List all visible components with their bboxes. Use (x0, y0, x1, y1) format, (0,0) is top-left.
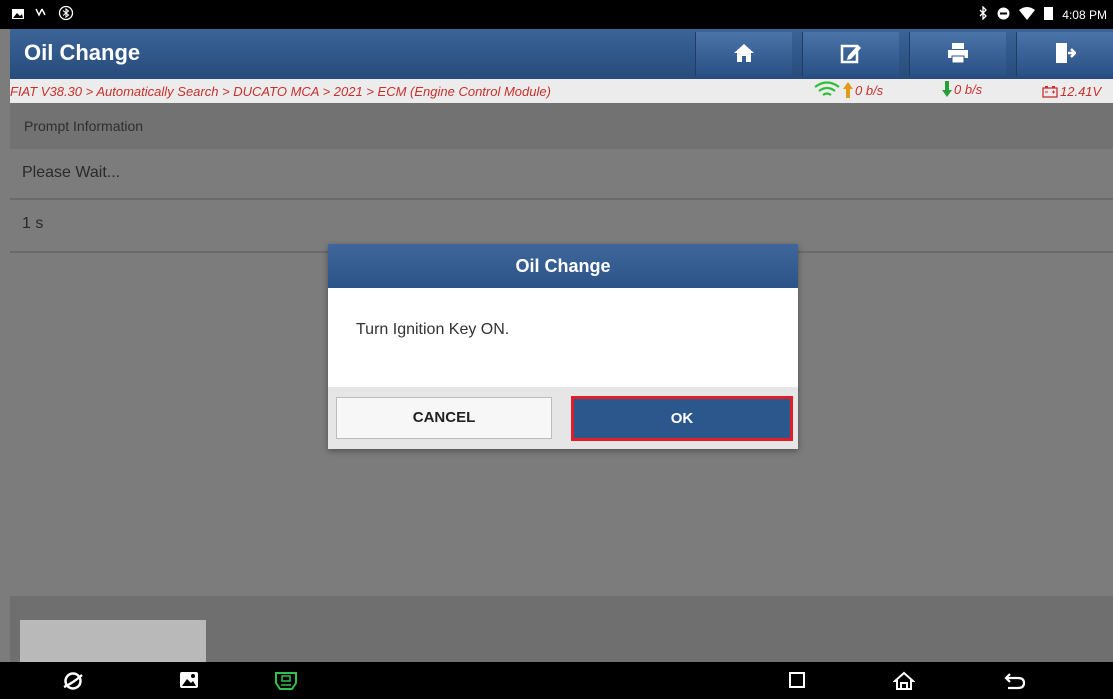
car-battery-icon (1042, 85, 1058, 98)
prompt-header: Prompt Information (10, 103, 1113, 149)
download-arrow-icon (942, 81, 952, 97)
footer-bar (10, 596, 1113, 662)
oil-change-dialog: Oil Change Turn Ignition Key ON. CANCEL … (328, 244, 798, 449)
download-rate: 0 b/s (942, 81, 982, 97)
dialog-footer: CANCEL OK (328, 387, 798, 449)
wait-message: Please Wait... (22, 164, 121, 181)
print-button[interactable] (909, 32, 1006, 76)
status-time: 4:08 PM (1062, 7, 1107, 22)
voltage-value: 12.41V (1060, 84, 1102, 99)
image-icon (12, 7, 24, 25)
breadcrumb: FIAT V38.30 > Automatically Search > DUC… (10, 84, 551, 99)
edit-button[interactable] (802, 32, 899, 76)
breadcrumb-bar: FIAT V38.30 > Automatically Search > DUC… (10, 79, 1113, 103)
browser-icon[interactable] (62, 670, 84, 692)
battery-voltage: 12.41V (1042, 84, 1101, 99)
status-bar: 4:08 PM (0, 0, 1113, 29)
upload-arrow-icon (843, 82, 853, 98)
bluetooth-search-icon (58, 5, 74, 26)
battery-icon (1044, 6, 1054, 23)
print-icon (948, 43, 968, 64)
usb-icon (34, 6, 48, 25)
timer-value: 1 s (22, 215, 44, 232)
gallery-icon[interactable] (179, 670, 199, 690)
app-title: Oil Change (24, 40, 141, 65)
cancel-button[interactable]: CANCEL (336, 397, 552, 439)
prompt-header-label: Prompt Information (24, 118, 144, 134)
wait-message-row: Please Wait... (10, 149, 1113, 200)
upload-value: 0 b/s (855, 82, 884, 98)
download-value: 0 b/s (954, 81, 983, 97)
navigation-bar (0, 662, 1113, 699)
home-icon (734, 44, 754, 62)
home-nav-icon[interactable] (893, 670, 915, 692)
wifi-signal-icon (814, 81, 840, 96)
exit-icon (1056, 43, 1076, 63)
back-icon[interactable] (1004, 670, 1026, 692)
title-bar: Oil Change (10, 29, 1113, 79)
dialog-message: Turn Ignition Key ON. (356, 321, 510, 338)
do-not-disturb-icon (997, 7, 1010, 23)
home-button[interactable] (695, 32, 792, 76)
recents-icon[interactable] (787, 670, 807, 690)
dialog-title: Oil Change (328, 244, 798, 288)
footer-button[interactable] (20, 620, 206, 662)
exit-button[interactable] (1016, 32, 1113, 76)
wifi-icon (1019, 6, 1036, 23)
ok-button[interactable]: OK (571, 396, 793, 441)
bluetooth-icon (978, 5, 988, 23)
upload-rate: 0 b/s (813, 81, 883, 99)
vci-icon[interactable] (272, 670, 300, 692)
edit-icon (840, 44, 861, 64)
